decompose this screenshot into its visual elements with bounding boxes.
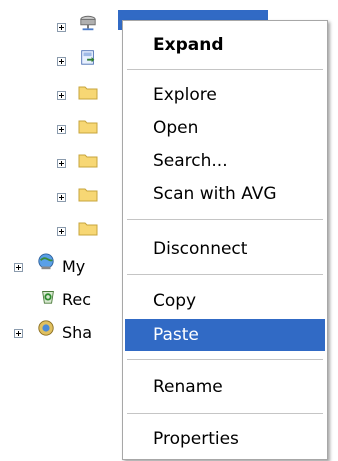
menu-separator bbox=[127, 274, 323, 275]
expand-toggle[interactable] bbox=[57, 193, 66, 202]
context-menu: Expand Explore Open Search... Scan with … bbox=[122, 20, 328, 460]
expand-toggle[interactable] bbox=[57, 57, 66, 66]
menu-separator bbox=[127, 359, 323, 360]
shared-icon[interactable] bbox=[36, 319, 56, 337]
menu-item-expand[interactable]: Expand bbox=[125, 29, 325, 61]
menu-item-search[interactable]: Search... bbox=[125, 145, 325, 177]
menu-item-copy[interactable]: Copy bbox=[125, 285, 325, 317]
expand-toggle[interactable] bbox=[57, 91, 66, 100]
menu-item-paste[interactable]: Paste bbox=[125, 319, 325, 351]
menu-item-explore[interactable]: Explore bbox=[125, 79, 325, 111]
menu-item-properties[interactable]: Properties bbox=[125, 423, 325, 455]
recycle-bin-icon[interactable] bbox=[38, 287, 58, 305]
expand-toggle[interactable] bbox=[57, 23, 66, 32]
my-network-places-icon[interactable] bbox=[36, 253, 56, 271]
folder-icon[interactable] bbox=[78, 151, 98, 169]
folder-icon[interactable] bbox=[78, 185, 98, 203]
menu-item-disconnect[interactable]: Disconnect bbox=[125, 233, 325, 265]
tree-item-label[interactable]: My bbox=[62, 257, 120, 276]
menu-separator bbox=[127, 413, 323, 414]
tree-item-label[interactable]: Rec bbox=[62, 290, 120, 309]
folder-icon[interactable] bbox=[78, 83, 98, 101]
expand-toggle[interactable] bbox=[57, 125, 66, 134]
menu-separator bbox=[127, 69, 323, 70]
menu-separator bbox=[127, 219, 323, 220]
network-drive-icon[interactable] bbox=[78, 14, 98, 32]
shortcut-icon[interactable] bbox=[78, 48, 98, 66]
menu-item-scan-avg[interactable]: Scan with AVG bbox=[125, 178, 325, 210]
folder-icon[interactable] bbox=[78, 219, 98, 237]
expand-toggle[interactable] bbox=[14, 263, 23, 272]
expand-toggle[interactable] bbox=[14, 329, 23, 338]
expand-toggle[interactable] bbox=[57, 159, 66, 168]
tree-item-label[interactable]: Sha bbox=[62, 323, 120, 342]
menu-item-rename[interactable]: Rename bbox=[125, 371, 325, 403]
expand-toggle[interactable] bbox=[57, 227, 66, 236]
menu-item-open[interactable]: Open bbox=[125, 112, 325, 144]
folder-icon[interactable] bbox=[78, 117, 98, 135]
